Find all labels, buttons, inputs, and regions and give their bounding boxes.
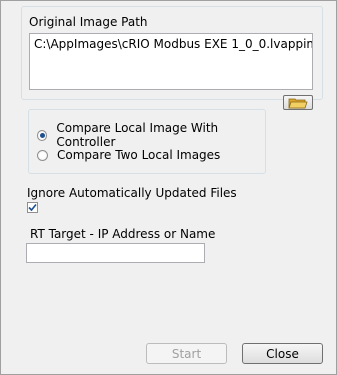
checkmark-icon [28,203,37,212]
radio-compare-two-local-images[interactable]: Compare Two Local Images [37,148,220,162]
browse-button[interactable] [283,95,313,110]
radio-compare-local-with-controller[interactable]: Compare Local Image With Controller [37,121,265,149]
close-button[interactable]: Close [242,343,323,364]
radio-label-compare-two-local-images: Compare Two Local Images [57,148,221,162]
ignore-updated-files-checkbox[interactable] [27,202,38,213]
folder-open-icon [288,98,308,108]
original-image-path-group: Original Image Path C:\AppImages\cRIO Mo… [21,6,323,100]
start-button[interactable]: Start [146,343,227,364]
compare-mode-group: Compare Local Image With Controller Comp… [28,109,266,174]
rt-target-label: RT Target - IP Address or Name [30,227,216,241]
radio-button-selected[interactable] [37,129,48,141]
ignore-updated-files-label: Ignore Automatically Updated Files [27,186,237,200]
original-image-path-field[interactable]: C:\AppImages\cRIO Modbus EXE 1_0_0.lvapp… [29,33,313,90]
radio-button-unselected[interactable] [37,149,48,161]
original-image-path-label: Original Image Path [29,15,148,29]
rt-target-input[interactable] [26,243,205,263]
radio-label-compare-local-with-controller: Compare Local Image With Controller [56,121,219,149]
